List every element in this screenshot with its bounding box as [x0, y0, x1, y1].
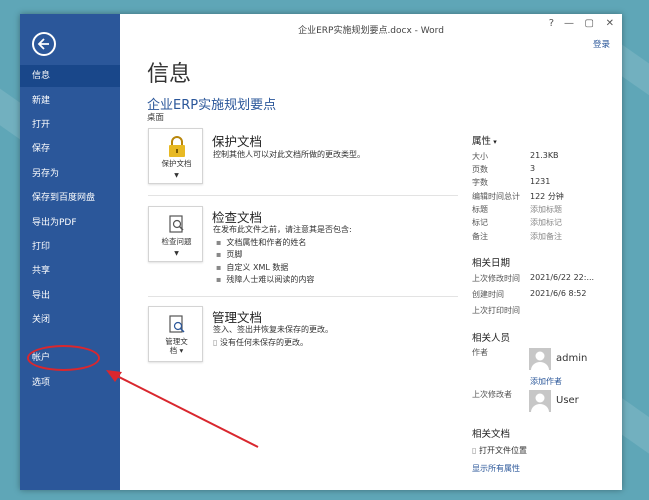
inspect-document-icon [169, 215, 184, 233]
date-label: 上次打印时间 [472, 306, 520, 315]
manage-document-icon [169, 315, 185, 333]
inspect-document-description: 在发布此文件之前，请注意其是否包含: [213, 225, 352, 234]
backstage-sidebar: 信息 新建 打开 保存 另存为 保存到百度网盘 导出为PDF 打印 共享 导出 … [20, 14, 120, 490]
date-value: 2021/6/22 22:... [530, 273, 595, 282]
check-issues-button[interactable]: 检查问题 ▼ [148, 206, 203, 262]
manage-document-button[interactable]: 管理文 档 ▾ [148, 306, 203, 362]
back-button[interactable] [32, 32, 56, 56]
last-modified-by-name[interactable]: User [556, 395, 579, 406]
nav-save-to-baidu[interactable]: 保存到百度网盘 [20, 187, 120, 209]
check-issues-label: 检查问题 [161, 237, 192, 246]
protect-document-label: 保护文档 [161, 159, 192, 168]
date-value: 2021/6/6 8:52 [530, 289, 587, 298]
property-value: 21.3KB [530, 151, 559, 160]
nav-export[interactable]: 导出 [20, 285, 120, 307]
nav-print[interactable]: 打印 [20, 236, 120, 258]
maximize-button[interactable]: ▢ [585, 18, 594, 29]
unsaved-changes-note: ▯ 没有任何未保存的更改。 [213, 337, 308, 348]
nav-info[interactable]: 信息 [20, 65, 120, 87]
property-value: 1231 [530, 177, 551, 186]
inspect-bullet: 文档属性和作者的姓名 [216, 237, 306, 248]
protect-document-title: 保护文档 [212, 134, 263, 149]
related-people-heading: 相关人员 [472, 333, 511, 344]
minimize-button[interactable]: — [564, 18, 574, 29]
close-button[interactable]: ✕ [606, 18, 614, 29]
protect-document-button[interactable]: 保护文档 ▼ [148, 128, 203, 184]
nav-save-as[interactable]: 另存为 [20, 163, 120, 185]
back-arrow-icon [37, 38, 49, 50]
nav-export-pdf[interactable]: 导出为PDF [20, 212, 120, 234]
add-author-link[interactable]: 添加作者 [530, 376, 562, 387]
properties-heading-text: 属性 [472, 136, 492, 147]
nav-save[interactable]: 保存 [20, 138, 120, 160]
nav-open[interactable]: 打开 [20, 114, 120, 136]
protect-document-description: 控制其他人可以对此文档所做的更改类型。 [213, 150, 365, 159]
author-label: 作者 [472, 348, 488, 357]
property-label: 页数 [472, 165, 488, 174]
word-window: 信息 新建 打开 保存 另存为 保存到百度网盘 导出为PDF 打印 共享 导出 … [20, 14, 622, 490]
unsaved-changes-text: 没有任何未保存的更改。 [219, 338, 308, 347]
manage-document-label: 管理文 档 ▾ [149, 337, 204, 355]
nav-close[interactable]: 关闭 [20, 309, 120, 331]
help-button[interactable]: ? [549, 18, 554, 29]
show-all-properties-link[interactable]: 显示所有属性 [472, 463, 520, 474]
chevron-down-icon: ▾ [491, 138, 497, 146]
property-label: 编辑时间总计 [472, 192, 520, 201]
document-name: 企业ERP实施规划要点 [147, 98, 277, 113]
property-label: 备注 [472, 232, 488, 241]
property-label: 标题 [472, 205, 488, 214]
annotation-circle [27, 345, 100, 371]
user-icon [531, 393, 549, 412]
property-label: 标记 [472, 218, 488, 227]
nav-share[interactable]: 共享 [20, 260, 120, 282]
manage-document-description: 签入、签出并恢复未保存的更改。 [213, 325, 333, 334]
window-title: 企业ERP实施规划要点.docx - Word [298, 26, 444, 36]
property-value: 122 分钟 [530, 192, 564, 201]
related-documents-heading: 相关文档 [472, 429, 511, 440]
property-value: 3 [530, 164, 536, 173]
folder-icon: ▯ [472, 446, 479, 455]
inspect-bullet: 残障人士难以阅读的内容 [216, 274, 314, 285]
add-title-field[interactable]: 添加标题 [530, 204, 562, 215]
section-divider [148, 296, 458, 297]
avatar [529, 390, 551, 412]
dropdown-arrow-icon: ▼ [174, 172, 179, 179]
sign-in-link[interactable]: 登录 [593, 38, 610, 50]
dropdown-arrow-icon: ▾ [177, 346, 184, 355]
related-dates-heading: 相关日期 [472, 258, 511, 269]
page-title: 信息 [147, 62, 192, 87]
document-icon: ▯ [213, 338, 220, 347]
last-modified-by-label: 上次修改者 [472, 390, 512, 399]
open-file-location-link[interactable]: ▯ 打开文件位置 [472, 445, 527, 456]
nav-new[interactable]: 新建 [20, 90, 120, 112]
inspect-bullet: 页脚 [216, 249, 242, 260]
manage-document-label-line1: 管理文 [165, 337, 188, 346]
dropdown-arrow-icon: ▼ [174, 250, 179, 257]
section-divider [148, 195, 458, 196]
properties-heading[interactable]: 属性 ▾ [472, 133, 497, 147]
open-file-location-text: 打开文件位置 [478, 446, 527, 455]
lock-icon [169, 136, 185, 157]
add-tags-field[interactable]: 添加标记 [530, 217, 562, 228]
property-label: 大小 [472, 152, 488, 161]
inspect-bullet: 自定义 XML 数据 [216, 262, 288, 273]
avatar [529, 348, 551, 370]
user-icon [531, 351, 549, 370]
property-label: 字数 [472, 178, 488, 187]
nav-options[interactable]: 选项 [20, 372, 120, 394]
add-comments-field[interactable]: 添加备注 [530, 231, 562, 242]
author-name[interactable]: admin [556, 353, 587, 364]
date-label: 创建时间 [472, 290, 504, 299]
title-bar: 企业ERP实施规划要点.docx - Word ? — ▢ ✕ [120, 14, 622, 42]
document-path[interactable]: 桌面 [147, 111, 164, 123]
date-label: 上次修改时间 [472, 274, 520, 283]
